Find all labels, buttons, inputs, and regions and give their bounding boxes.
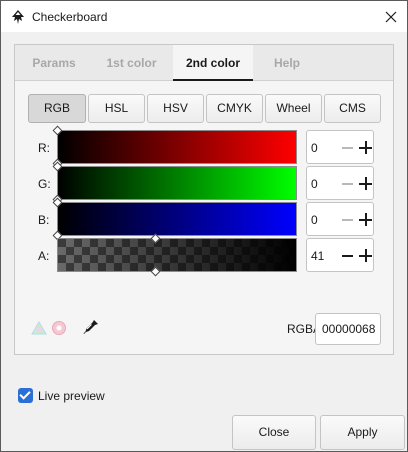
blue-increment-button[interactable] <box>359 213 372 226</box>
green-channel-label: G: <box>38 177 51 191</box>
blue-spinbox[interactable]: 0 <box>306 202 374 236</box>
out-of-gamut-icon <box>52 321 66 335</box>
mode-hsv-button[interactable]: HSV <box>147 94 204 123</box>
tab-params[interactable]: Params <box>15 45 93 81</box>
inkscape-logo-icon <box>12 10 24 24</box>
blue-channel-label: B: <box>38 213 50 227</box>
eyedropper-icon[interactable] <box>82 318 100 336</box>
alpha-channel-label: A: <box>38 249 50 263</box>
rgba-input[interactable]: 00000068 <box>315 313 381 345</box>
blue-decrement-button[interactable] <box>342 219 353 221</box>
blue-slider[interactable] <box>52 197 297 241</box>
blue-value[interactable]: 0 <box>311 213 318 227</box>
red-spinbox[interactable]: 0 <box>306 130 374 164</box>
alpha-value[interactable]: 41 <box>311 249 324 263</box>
alpha-increment-button[interactable] <box>359 249 372 262</box>
color-managed-icon <box>31 321 47 335</box>
red-slider[interactable] <box>52 125 297 169</box>
close-icon[interactable] <box>375 1 407 32</box>
dialog-window: Checkerboard Params 1st color 2nd color … <box>0 0 408 452</box>
tab-bar: Params 1st color 2nd color Help <box>15 45 393 82</box>
tab-2nd-color[interactable]: 2nd color <box>173 45 253 82</box>
title-bar: Checkerboard <box>1 1 407 32</box>
alpha-spinbox[interactable]: 41 <box>306 238 374 272</box>
tab-1st-color[interactable]: 1st color <box>93 45 170 81</box>
green-value[interactable]: 0 <box>311 177 318 191</box>
green-decrement-button[interactable] <box>342 183 353 185</box>
alpha-slider-handle-bottom <box>150 266 161 277</box>
mode-cmyk-button[interactable]: CMYK <box>206 94 263 123</box>
mode-hsl-button[interactable]: HSL <box>88 94 145 123</box>
red-value[interactable]: 0 <box>311 141 318 155</box>
red-increment-button[interactable] <box>359 141 372 154</box>
apply-button[interactable]: Apply <box>320 415 405 450</box>
green-increment-button[interactable] <box>359 177 372 190</box>
alpha-slider[interactable] <box>57 233 297 277</box>
mode-wheel-button[interactable]: Wheel <box>265 94 322 123</box>
mode-cms-button[interactable]: CMS <box>324 94 381 123</box>
red-channel-label: R: <box>38 141 50 155</box>
green-spinbox[interactable]: 0 <box>306 166 374 200</box>
window-title: Checkerboard <box>32 10 108 24</box>
live-preview-toggle[interactable]: Live preview <box>18 388 105 403</box>
notebook-panel: Params 1st color 2nd color Help RGB HSL … <box>14 44 394 355</box>
tab-help[interactable]: Help <box>253 45 321 81</box>
live-preview-checkbox[interactable] <box>18 388 33 403</box>
alpha-decrement-button[interactable] <box>342 255 353 257</box>
green-slider[interactable] <box>52 161 297 205</box>
red-decrement-button[interactable] <box>342 147 353 149</box>
live-preview-label: Live preview <box>38 388 105 403</box>
red-slider-handle[interactable] <box>52 125 63 136</box>
close-button[interactable]: Close <box>232 415 316 450</box>
mode-rgb-button[interactable]: RGB <box>28 94 86 123</box>
